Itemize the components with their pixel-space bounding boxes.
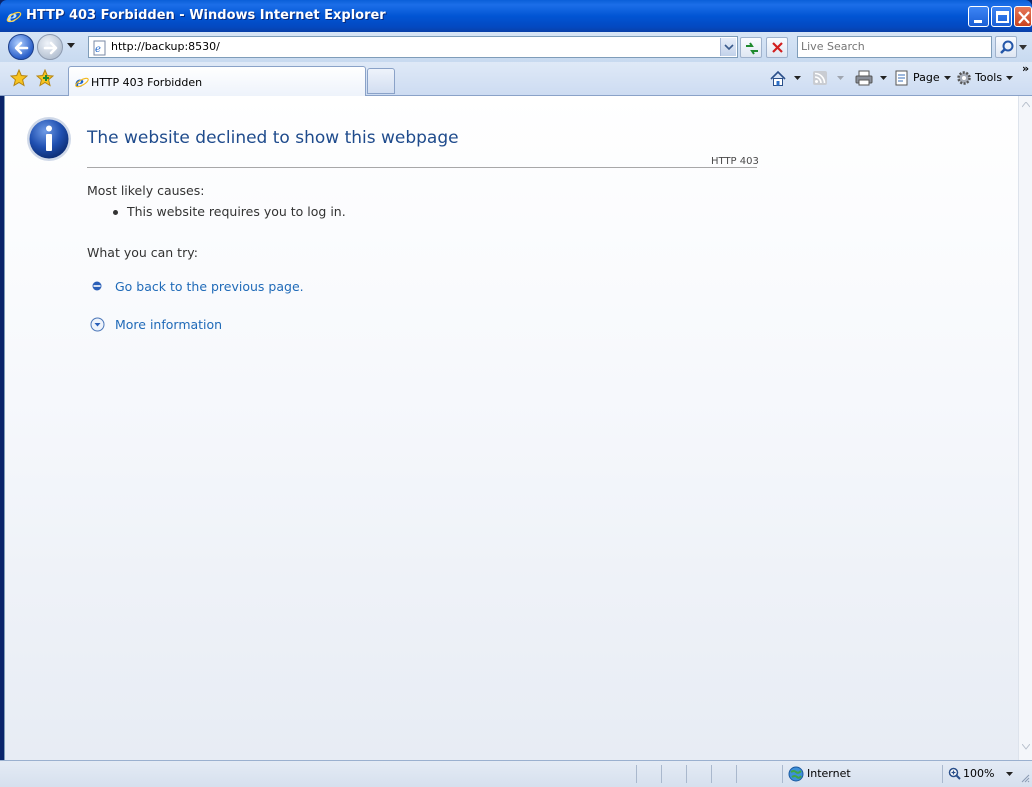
window-title: HTTP 403 Forbidden - Windows Internet Ex…	[26, 8, 386, 23]
printer-icon	[855, 70, 873, 86]
url-dropdown-button[interactable]	[720, 38, 736, 56]
page-icon	[895, 70, 908, 86]
globe-icon	[788, 766, 804, 782]
status-separator	[636, 765, 637, 783]
close-icon	[1018, 11, 1030, 24]
resize-grip-icon[interactable]	[1020, 773, 1030, 783]
status-separator	[711, 765, 712, 783]
refresh-button[interactable]	[740, 37, 762, 58]
tab-label: HTTP 403 Forbidden	[91, 76, 203, 89]
divider	[87, 167, 757, 168]
svg-text:e: e	[75, 75, 84, 90]
http-status-code: HTTP 403	[711, 156, 759, 167]
feeds-button[interactable]	[812, 70, 848, 88]
page-content: The website declined to show this webpag…	[4, 96, 1018, 760]
tools-menu-label: Tools	[975, 71, 1003, 84]
forward-arrow-icon	[43, 41, 58, 55]
chevron-down-icon[interactable]	[1006, 772, 1013, 777]
url-input[interactable]	[111, 40, 701, 53]
vertical-scrollbar[interactable]	[1018, 96, 1032, 760]
zoom-level-button[interactable]: 100%	[963, 767, 994, 780]
maximize-button[interactable]	[991, 6, 1012, 27]
chevron-down-icon	[1006, 76, 1013, 80]
chevron-down-icon	[837, 76, 844, 80]
search-input[interactable]	[801, 40, 986, 53]
scroll-up-icon[interactable]	[1022, 102, 1030, 108]
search-options-dropdown-icon[interactable]	[1018, 44, 1028, 52]
status-separator	[686, 765, 687, 783]
page-menu-button[interactable]: Page	[894, 70, 952, 88]
stop-button[interactable]	[766, 37, 788, 58]
expand-icon[interactable]	[90, 317, 105, 332]
tab-http-403-forbidden[interactable]: e HTTP 403 Forbidden	[68, 66, 366, 96]
status-separator	[661, 765, 662, 783]
chevron-down-icon	[880, 76, 887, 80]
search-icon	[1000, 40, 1014, 54]
maximize-icon	[996, 11, 1009, 23]
tools-menu-button[interactable]: Tools	[956, 70, 1018, 88]
favorites-center-icon[interactable]	[10, 69, 28, 87]
home-button[interactable]	[769, 70, 803, 88]
zoom-icon	[948, 767, 961, 780]
info-icon	[27, 117, 71, 161]
status-separator	[782, 765, 783, 783]
back-button[interactable]	[8, 34, 34, 60]
chevron-down-icon	[724, 44, 734, 51]
page-menu-label: Page	[913, 71, 940, 84]
print-button[interactable]	[855, 70, 889, 88]
gear-icon	[957, 71, 971, 85]
minimize-button[interactable]	[968, 6, 989, 27]
causes-heading: Most likely causes:	[87, 183, 205, 198]
stop-icon	[772, 42, 783, 53]
bullet-icon	[92, 281, 102, 291]
more-commands-button[interactable]: »	[1022, 62, 1029, 75]
address-toolbar: e	[0, 32, 1032, 62]
page-title: The website declined to show this webpag…	[87, 128, 459, 148]
rss-feed-icon	[813, 71, 827, 85]
address-field[interactable]: e	[88, 36, 738, 58]
status-bar: Internet 100%	[0, 760, 1032, 787]
refresh-icon	[746, 42, 758, 55]
minimize-icon	[974, 20, 982, 23]
home-icon	[770, 70, 786, 86]
try-heading: What you can try:	[87, 245, 198, 260]
page-icon: e	[93, 40, 106, 56]
ie-logo-icon: e	[6, 8, 22, 24]
go-back-link[interactable]: Go back to the previous page.	[115, 279, 304, 294]
forward-button[interactable]	[37, 34, 63, 60]
status-separator	[942, 765, 943, 783]
scroll-down-icon[interactable]	[1022, 744, 1030, 750]
tab-row: e HTTP 403 Forbidden Page Tools »	[0, 62, 1032, 96]
security-zone-label[interactable]: Internet	[807, 767, 851, 780]
cause-item: This website requires you to log in.	[127, 204, 346, 219]
bullet-dot	[113, 210, 118, 215]
more-information-link[interactable]: More information	[115, 317, 222, 332]
recent-pages-dropdown-icon[interactable]	[66, 42, 76, 50]
status-separator	[736, 765, 737, 783]
ie-page-icon: e	[75, 75, 89, 90]
back-arrow-icon	[14, 41, 29, 55]
new-tab-button[interactable]	[367, 68, 395, 94]
chevron-down-icon	[944, 76, 951, 80]
svg-text:e: e	[95, 44, 101, 55]
add-to-favorites-icon[interactable]	[36, 69, 54, 87]
search-box[interactable]	[797, 36, 992, 58]
chevron-down-icon	[794, 76, 801, 80]
title-bar: e HTTP 403 Forbidden - Windows Internet …	[0, 0, 1032, 32]
search-button[interactable]	[995, 36, 1017, 58]
close-button[interactable]	[1014, 6, 1032, 27]
